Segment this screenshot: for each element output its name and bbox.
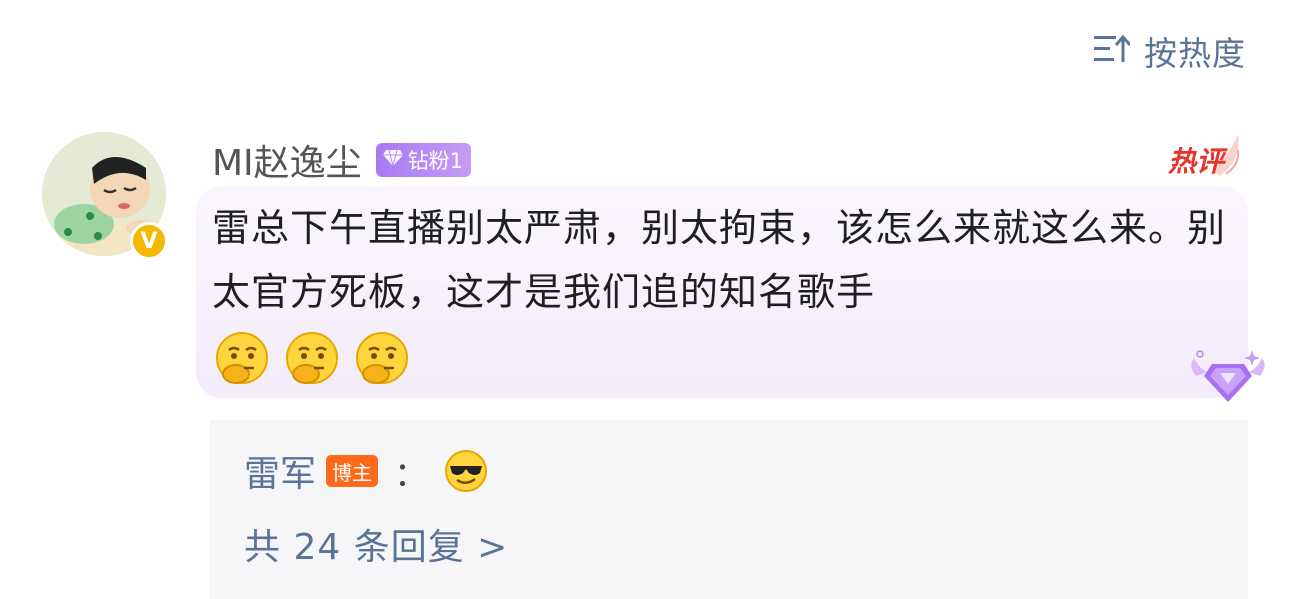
hot-comment-tag: 热评 xyxy=(1168,130,1244,180)
thinking-face-emoji xyxy=(284,330,340,386)
thinking-face-emoji xyxy=(354,330,410,386)
fan-level-label: 钻粉1 xyxy=(407,149,464,173)
comment-emoji-row xyxy=(214,330,410,386)
reply-author[interactable]: 雷军 xyxy=(244,445,316,497)
fan-level-badge: 钻粉1 xyxy=(375,143,472,177)
comment-item: V MI赵逸尘 钻粉1 热评 雷总下午直播别太严肃，别太拘束，该怎么来就这么来。… xyxy=(0,0,1290,599)
cool-sunglasses-emoji xyxy=(444,449,488,493)
diamond-fan-decoration-icon xyxy=(1186,346,1270,412)
verified-badge: V xyxy=(130,222,168,260)
comment-header: MI赵逸尘 钻粉1 xyxy=(212,138,472,184)
view-all-replies-link[interactable]: 共 24 条回复 > xyxy=(244,518,508,570)
comment-username[interactable]: MI赵逸尘 xyxy=(212,134,362,186)
diamond-icon xyxy=(382,148,404,172)
comment-text: 雷总下午直播别太严肃，别太拘束，该怎么来就这么来。别太官方死板，这才是我们追的知… xyxy=(212,206,1227,314)
reply-preview-box[interactable]: 雷军 博主 ： 共 24 条回复 > xyxy=(210,420,1248,599)
thinking-face-emoji xyxy=(214,330,270,386)
blogger-badge: 博主 xyxy=(326,455,379,487)
reply-separator: ： xyxy=(394,454,429,495)
reply-item: 雷军 博主 ： xyxy=(244,445,488,497)
hot-comment-label: 热评 xyxy=(1168,145,1225,178)
